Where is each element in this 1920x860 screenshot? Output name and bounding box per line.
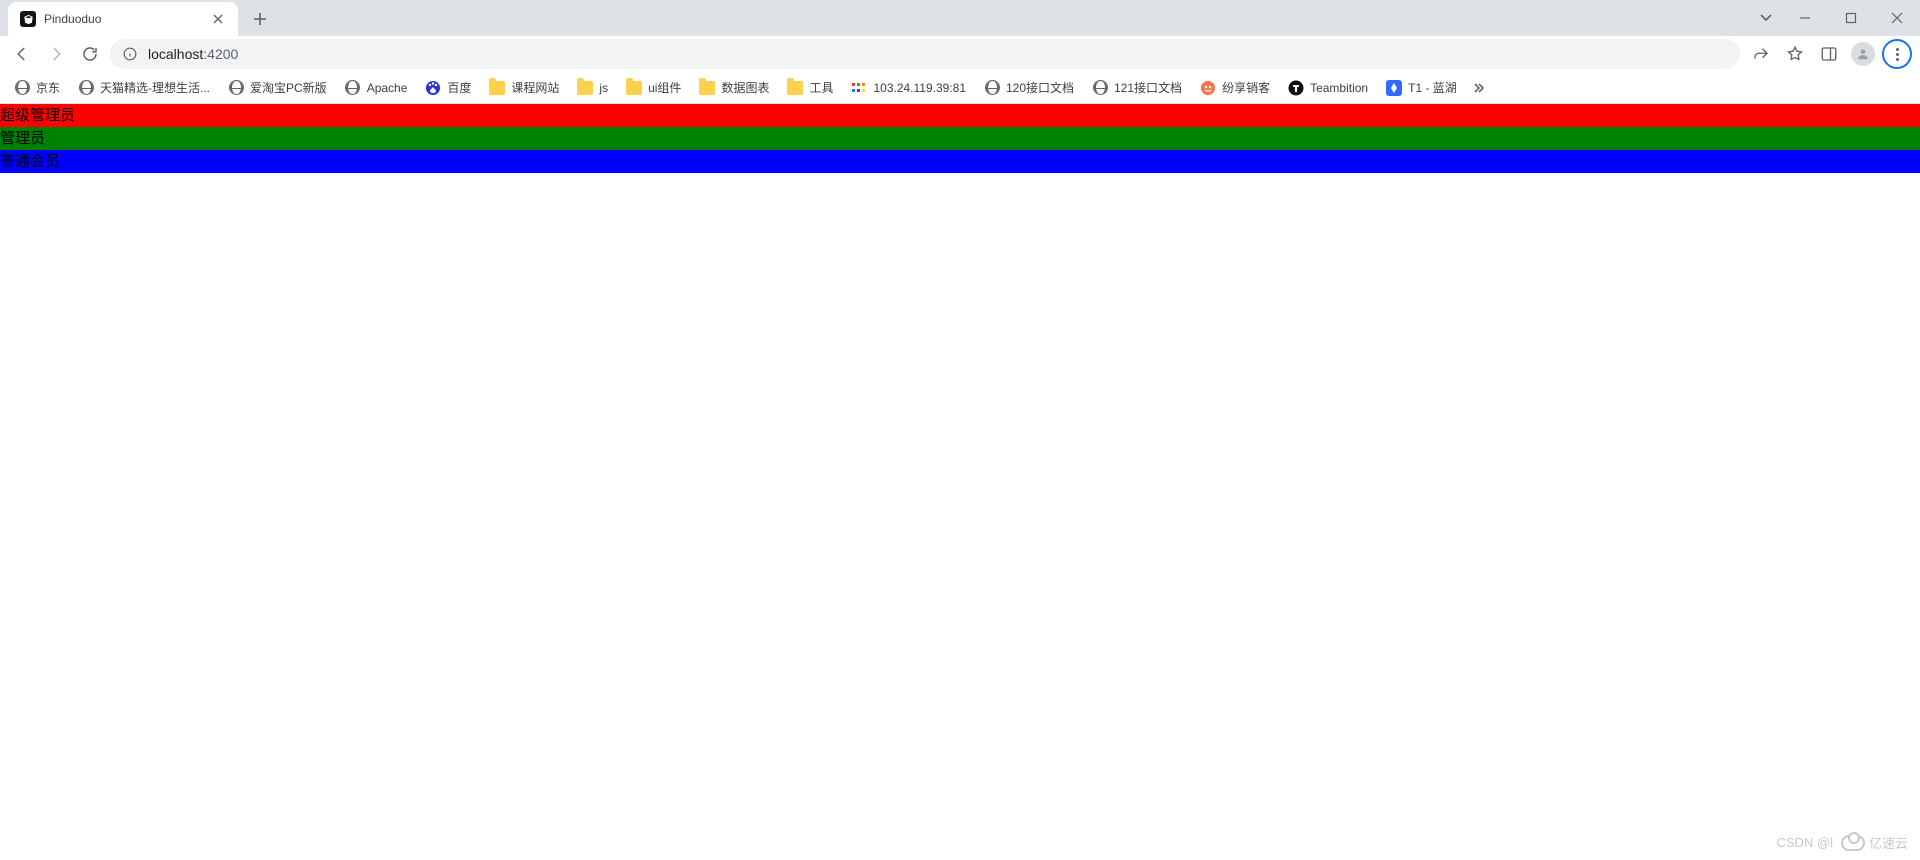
bookmark-label: Teambition — [1310, 81, 1368, 95]
new-tab-button[interactable] — [246, 5, 274, 33]
url-port: :4200 — [203, 46, 238, 62]
tab-close-icon[interactable] — [210, 11, 226, 27]
tab-search-icon[interactable] — [1750, 4, 1782, 32]
browser-toolbar: localhost:4200 — [0, 36, 1920, 72]
bookmark-label: 京东 — [36, 79, 60, 96]
bookmark-label: 纷享销客 — [1222, 79, 1270, 96]
baidu-icon — [425, 80, 441, 96]
page-content: 超级管理员 管理员 普通会员 — [0, 104, 1920, 173]
url-host: localhost — [148, 46, 203, 62]
folder-icon — [699, 80, 715, 96]
globe-icon — [78, 80, 94, 96]
folder-icon — [787, 80, 803, 96]
bookmark-label: 课程网站 — [511, 79, 559, 96]
bookmark-label: 百度 — [447, 79, 471, 96]
bookmark-label: 爱淘宝PC新版 — [250, 79, 327, 96]
bookmark-label: 工具 — [809, 79, 833, 96]
bookmark-item[interactable]: 京东 — [6, 75, 68, 100]
role-band-member: 普通会员 — [0, 150, 1920, 173]
bookmark-label: 天猫精选-理想生活... — [100, 79, 210, 96]
reload-button[interactable] — [76, 40, 104, 68]
minimize-button[interactable] — [1782, 0, 1828, 36]
bookmark-label: T1 - 蓝湖 — [1408, 79, 1457, 96]
folder-icon — [489, 80, 505, 96]
bookmark-label: 数据图表 — [721, 79, 769, 96]
globe-icon — [1092, 80, 1108, 96]
folder-icon — [577, 80, 593, 96]
profile-avatar-icon[interactable] — [1848, 39, 1878, 69]
band-label: 超级管理员 — [0, 107, 75, 124]
tab-title: Pinduoduo — [44, 12, 202, 26]
role-band-super-admin: 超级管理员 — [0, 104, 1920, 127]
bookmark-label: Apache — [367, 81, 408, 95]
bookmark-item[interactable]: Apache — [337, 76, 416, 100]
site-info-icon[interactable] — [122, 46, 138, 62]
share-icon[interactable] — [1746, 39, 1776, 69]
cloud-icon — [1841, 835, 1865, 851]
address-bar[interactable]: localhost:4200 — [110, 39, 1740, 69]
forward-button[interactable] — [42, 40, 70, 68]
bookmark-star-icon[interactable] — [1780, 39, 1810, 69]
band-label: 普通会员 — [0, 153, 60, 170]
folder-icon — [626, 80, 642, 96]
favicon-icon — [851, 80, 867, 96]
window-controls — [1750, 0, 1920, 36]
bookmark-item[interactable]: T1 - 蓝湖 — [1378, 75, 1465, 100]
favicon-icon — [1200, 80, 1216, 96]
bookmark-folder[interactable]: ui组件 — [618, 75, 689, 100]
bookmark-item[interactable]: 120接口文档 — [976, 75, 1082, 100]
lanhu-icon — [1386, 80, 1402, 96]
bookmark-label: ui组件 — [648, 79, 681, 96]
side-panel-icon[interactable] — [1814, 39, 1844, 69]
bookmark-item[interactable]: 121接口文档 — [1084, 75, 1190, 100]
bookmark-folder[interactable]: 数据图表 — [691, 75, 777, 100]
bookmark-item[interactable]: Teambition — [1280, 76, 1376, 100]
bookmark-label: 120接口文档 — [1006, 79, 1074, 96]
bookmark-item[interactable]: 天猫精选-理想生活... — [70, 75, 218, 100]
angular-icon — [20, 11, 36, 27]
close-window-button[interactable] — [1874, 0, 1920, 36]
teambition-icon — [1288, 80, 1304, 96]
watermark-left: CSDN @l — [1776, 835, 1833, 850]
tab-strip: Pinduoduo — [0, 0, 274, 36]
bookmark-item[interactable]: 103.24.119.39:81 — [843, 76, 974, 100]
bookmark-label: js — [599, 81, 608, 95]
bookmark-label: 103.24.119.39:81 — [873, 81, 966, 95]
watermark-logo: 亿速云 — [1841, 833, 1908, 852]
bookmark-folder[interactable]: 课程网站 — [481, 75, 567, 100]
role-band-admin: 管理员 — [0, 127, 1920, 150]
bookmark-folder[interactable]: js — [569, 76, 616, 100]
bookmarks-bar: 京东 天猫精选-理想生活... 爱淘宝PC新版 Apache 百度 课程网站 j… — [0, 72, 1920, 104]
band-label: 管理员 — [0, 130, 45, 147]
bookmarks-overflow-icon[interactable] — [1467, 81, 1495, 95]
browser-tab[interactable]: Pinduoduo — [8, 2, 238, 36]
globe-icon — [228, 80, 244, 96]
bookmark-item[interactable]: 纷享销客 — [1192, 75, 1278, 100]
browser-titlebar: Pinduoduo — [0, 0, 1920, 36]
bookmark-item[interactable]: 爱淘宝PC新版 — [220, 75, 335, 100]
toolbar-actions — [1746, 39, 1912, 69]
bookmark-label: 121接口文档 — [1114, 79, 1182, 96]
globe-icon — [14, 80, 30, 96]
watermark: CSDN @l 亿速云 — [1776, 833, 1908, 852]
url-text: localhost:4200 — [148, 46, 238, 62]
maximize-button[interactable] — [1828, 0, 1874, 36]
watermark-right: 亿速云 — [1869, 833, 1908, 852]
globe-icon — [345, 80, 361, 96]
bookmark-folder[interactable]: 工具 — [779, 75, 841, 100]
chrome-menu-icon[interactable] — [1882, 39, 1912, 69]
bookmark-item[interactable]: 百度 — [417, 75, 479, 100]
back-button[interactable] — [8, 40, 36, 68]
globe-icon — [984, 80, 1000, 96]
